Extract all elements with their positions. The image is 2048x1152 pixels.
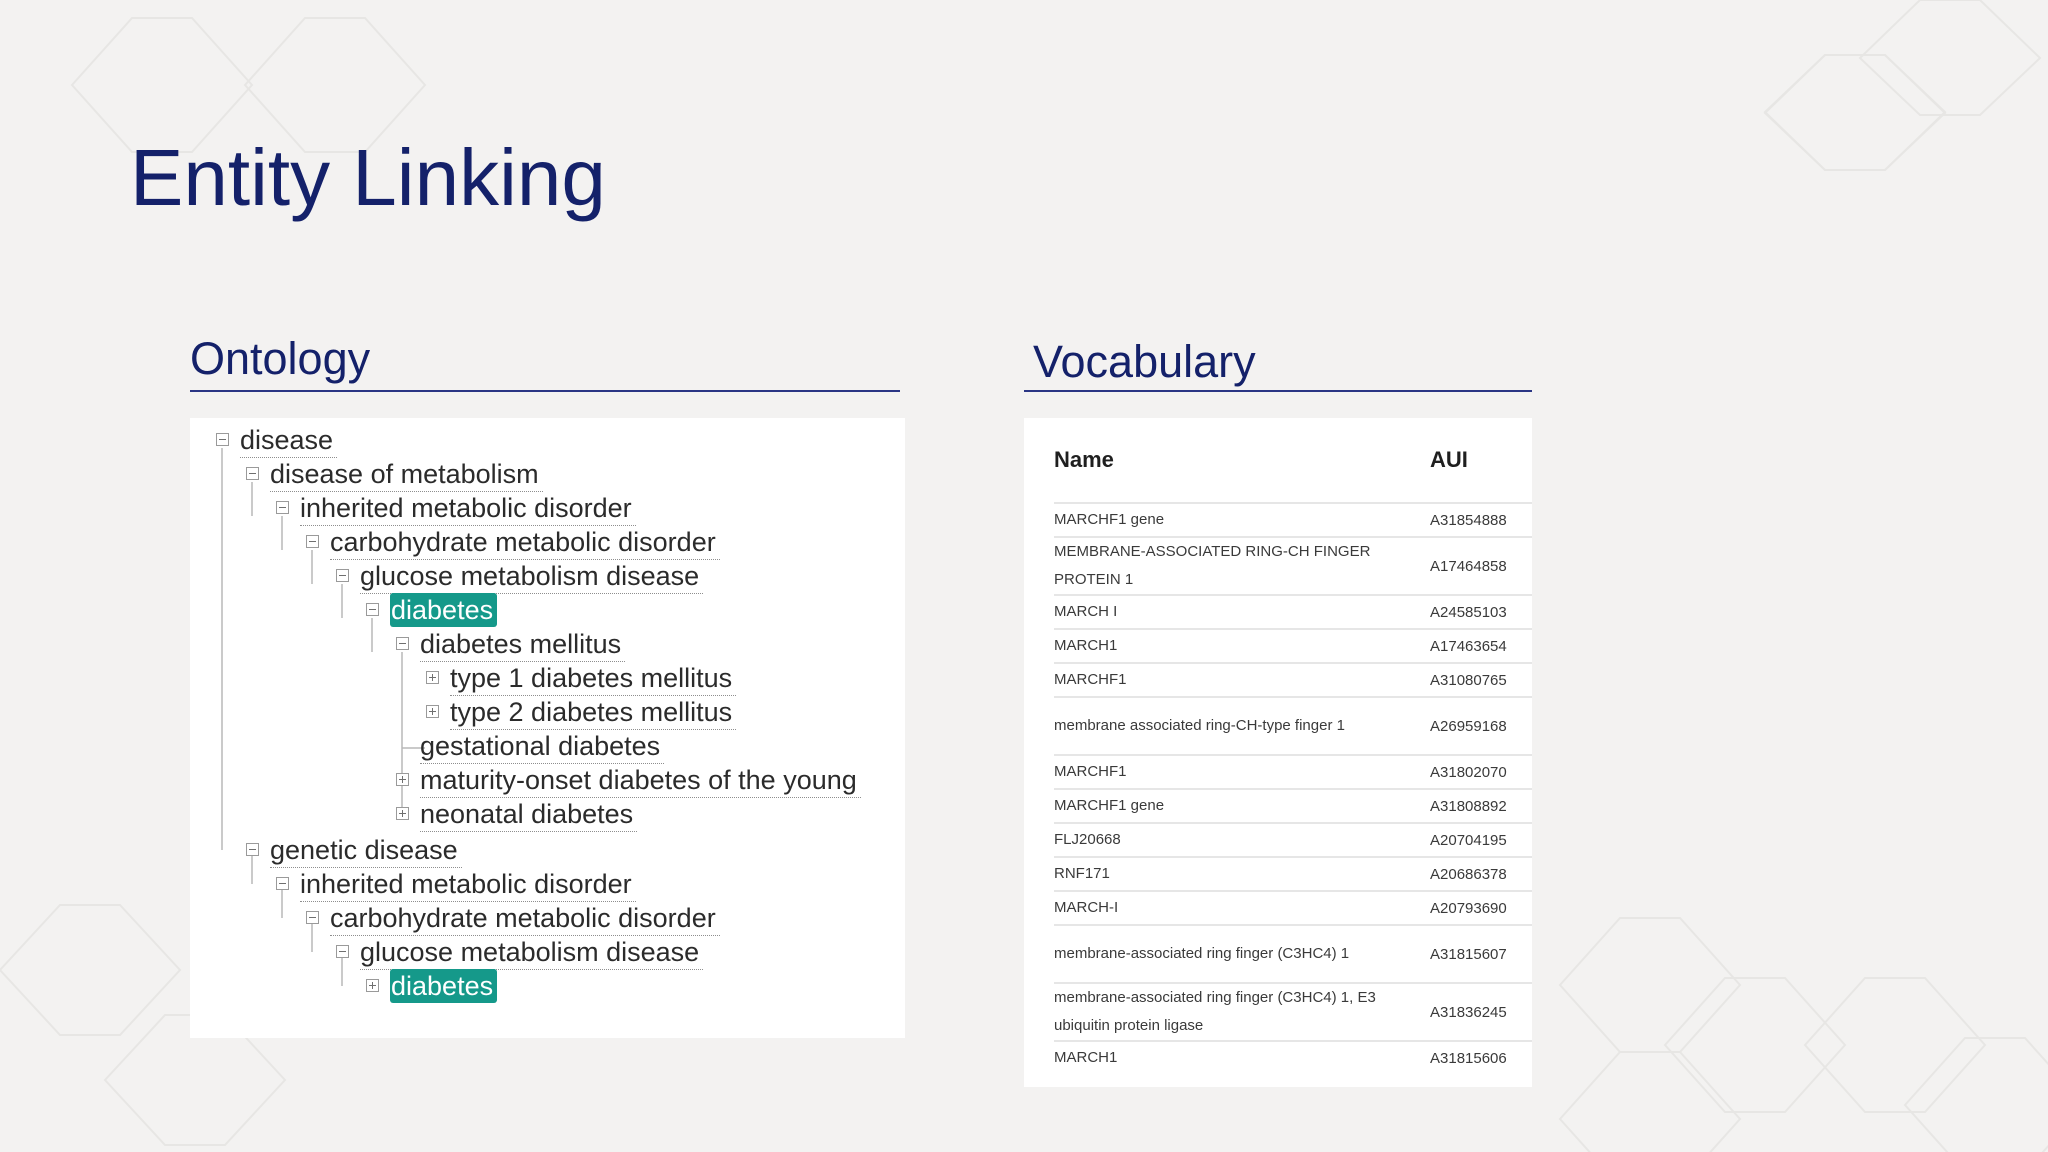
vocabulary-table-panel: Name AUI MARCHF1 gene A31854888 MEMBRANE… bbox=[1024, 418, 1532, 1087]
tree-node-label[interactable]: diabetes mellitus bbox=[420, 627, 626, 662]
cell-aui: A31815606 bbox=[1430, 1049, 1507, 1067]
collapse-icon[interactable] bbox=[216, 433, 229, 446]
cell-aui: A31080765 bbox=[1430, 671, 1507, 689]
collapse-icon[interactable] bbox=[246, 843, 259, 856]
cell-name: MARCH I bbox=[1054, 603, 1118, 620]
cell-name: membrane associated ring-CH-type finger … bbox=[1054, 717, 1345, 734]
table-row[interactable]: MARCHF1 A31080765 bbox=[1054, 663, 1532, 697]
cell-name: RNF171 bbox=[1054, 865, 1110, 882]
cell-aui: A31854888 bbox=[1430, 511, 1507, 529]
cell-name: MARCHF1 bbox=[1054, 671, 1127, 688]
vocabulary-heading: Vocabulary bbox=[1033, 336, 1256, 387]
tree-node-label[interactable]: type 2 diabetes mellitus bbox=[450, 695, 737, 730]
expand-icon[interactable] bbox=[396, 807, 409, 820]
table-row[interactable]: MARCH1 A17463654 bbox=[1054, 629, 1532, 663]
ontology-heading: Ontology bbox=[190, 333, 371, 384]
table-row[interactable]: MARCH1 A31815606 bbox=[1054, 1041, 1532, 1074]
cell-name: MEMBRANE-ASSOCIATED RING-CH FINGER PROTE… bbox=[1054, 543, 1371, 588]
cell-name: membrane-associated ring finger (C3HC4) … bbox=[1054, 989, 1376, 1034]
cell-name: MARCHF1 gene bbox=[1054, 797, 1165, 814]
cell-name: MARCH1 bbox=[1054, 1049, 1118, 1066]
table-row[interactable]: MARCHF1 gene A31854888 bbox=[1054, 503, 1532, 537]
table-row[interactable]: membrane-associated ring finger (C3HC4) … bbox=[1054, 925, 1532, 983]
cell-name: membrane-associated ring finger (C3HC4) … bbox=[1054, 945, 1350, 962]
slide-title: Entity Linking bbox=[130, 133, 606, 222]
table-row[interactable]: RNF171 A20686378 bbox=[1054, 857, 1532, 891]
tree-node-label[interactable]: disease of metabolism bbox=[270, 457, 543, 492]
expand-icon[interactable] bbox=[426, 705, 439, 718]
cell-aui: A17464858 bbox=[1430, 557, 1507, 575]
cell-aui: A31808892 bbox=[1430, 797, 1507, 815]
collapse-icon[interactable] bbox=[276, 877, 289, 890]
cell-aui: A31836245 bbox=[1430, 1003, 1507, 1021]
table-row[interactable]: FLJ20668 A20704195 bbox=[1054, 823, 1532, 857]
ontology-heading-rule bbox=[190, 390, 900, 392]
expand-icon[interactable] bbox=[426, 671, 439, 684]
collapse-icon[interactable] bbox=[366, 603, 379, 616]
cell-aui: A31815607 bbox=[1430, 945, 1507, 963]
tree-node-label[interactable]: genetic disease bbox=[270, 833, 462, 868]
expand-icon[interactable] bbox=[366, 979, 379, 992]
tree-node-label-highlighted[interactable]: diabetes bbox=[390, 969, 498, 1003]
cell-name: MARCHF1 bbox=[1054, 763, 1127, 780]
collapse-icon[interactable] bbox=[306, 911, 319, 924]
table-row[interactable]: MARCH-I A20793690 bbox=[1054, 891, 1532, 925]
collapse-icon[interactable] bbox=[336, 945, 349, 958]
collapse-icon[interactable] bbox=[246, 467, 259, 480]
cell-aui: A17463654 bbox=[1430, 637, 1507, 655]
table-header-row: Name AUI bbox=[1054, 418, 1532, 503]
tree-node-label[interactable]: inherited metabolic disorder bbox=[300, 867, 636, 902]
tree-node-label[interactable]: disease bbox=[240, 423, 338, 458]
collapse-icon[interactable] bbox=[396, 637, 409, 650]
tree-node-label[interactable]: glucose metabolism disease bbox=[360, 935, 704, 970]
cell-aui: A24585103 bbox=[1430, 603, 1507, 621]
tree-node-label-highlighted[interactable]: diabetes bbox=[390, 593, 498, 627]
cell-aui: A31802070 bbox=[1430, 763, 1507, 781]
tree-node-label[interactable]: inherited metabolic disorder bbox=[300, 491, 636, 526]
cell-name: FLJ20668 bbox=[1054, 831, 1121, 848]
tree-node-label[interactable]: carbohydrate metabolic disorder bbox=[330, 525, 720, 560]
table-row[interactable]: MARCHF1 A31802070 bbox=[1054, 755, 1532, 789]
table-row[interactable]: MEMBRANE-ASSOCIATED RING-CH FINGER PROTE… bbox=[1054, 537, 1532, 595]
collapse-icon[interactable] bbox=[306, 535, 319, 548]
tree-node-label[interactable]: carbohydrate metabolic disorder bbox=[330, 901, 720, 936]
cell-aui: A20704195 bbox=[1430, 831, 1507, 849]
tree-node-label[interactable]: maturity-onset diabetes of the young bbox=[420, 763, 861, 798]
cell-name: MARCHF1 gene bbox=[1054, 511, 1165, 528]
tree-node-label[interactable]: glucose metabolism disease bbox=[360, 559, 704, 594]
tree-node-label[interactable]: type 1 diabetes mellitus bbox=[450, 661, 737, 696]
table-row[interactable]: MARCHF1 gene A31808892 bbox=[1054, 789, 1532, 823]
expand-icon[interactable] bbox=[396, 773, 409, 786]
cell-name: MARCH-I bbox=[1054, 899, 1119, 916]
cell-aui: A20793690 bbox=[1430, 899, 1507, 917]
table-row[interactable]: membrane associated ring-CH-type finger … bbox=[1054, 697, 1532, 755]
tree-node-label[interactable]: gestational diabetes bbox=[420, 729, 665, 764]
column-header-aui[interactable]: AUI bbox=[1426, 418, 1532, 503]
cell-aui: A26959168 bbox=[1430, 717, 1507, 735]
collapse-icon[interactable] bbox=[276, 501, 289, 514]
cell-name: MARCH1 bbox=[1054, 637, 1118, 654]
table-row[interactable]: membrane-associated ring finger (C3HC4) … bbox=[1054, 983, 1532, 1041]
vocabulary-table: Name AUI MARCHF1 gene A31854888 MEMBRANE… bbox=[1054, 418, 1532, 1074]
table-row[interactable]: MARCH I A24585103 bbox=[1054, 595, 1532, 629]
cell-aui: A20686378 bbox=[1430, 865, 1507, 883]
tree-node-label[interactable]: neonatal diabetes bbox=[420, 797, 638, 832]
column-header-name[interactable]: Name bbox=[1054, 418, 1426, 503]
collapse-icon[interactable] bbox=[336, 569, 349, 582]
vocabulary-heading-rule bbox=[1024, 390, 1532, 392]
